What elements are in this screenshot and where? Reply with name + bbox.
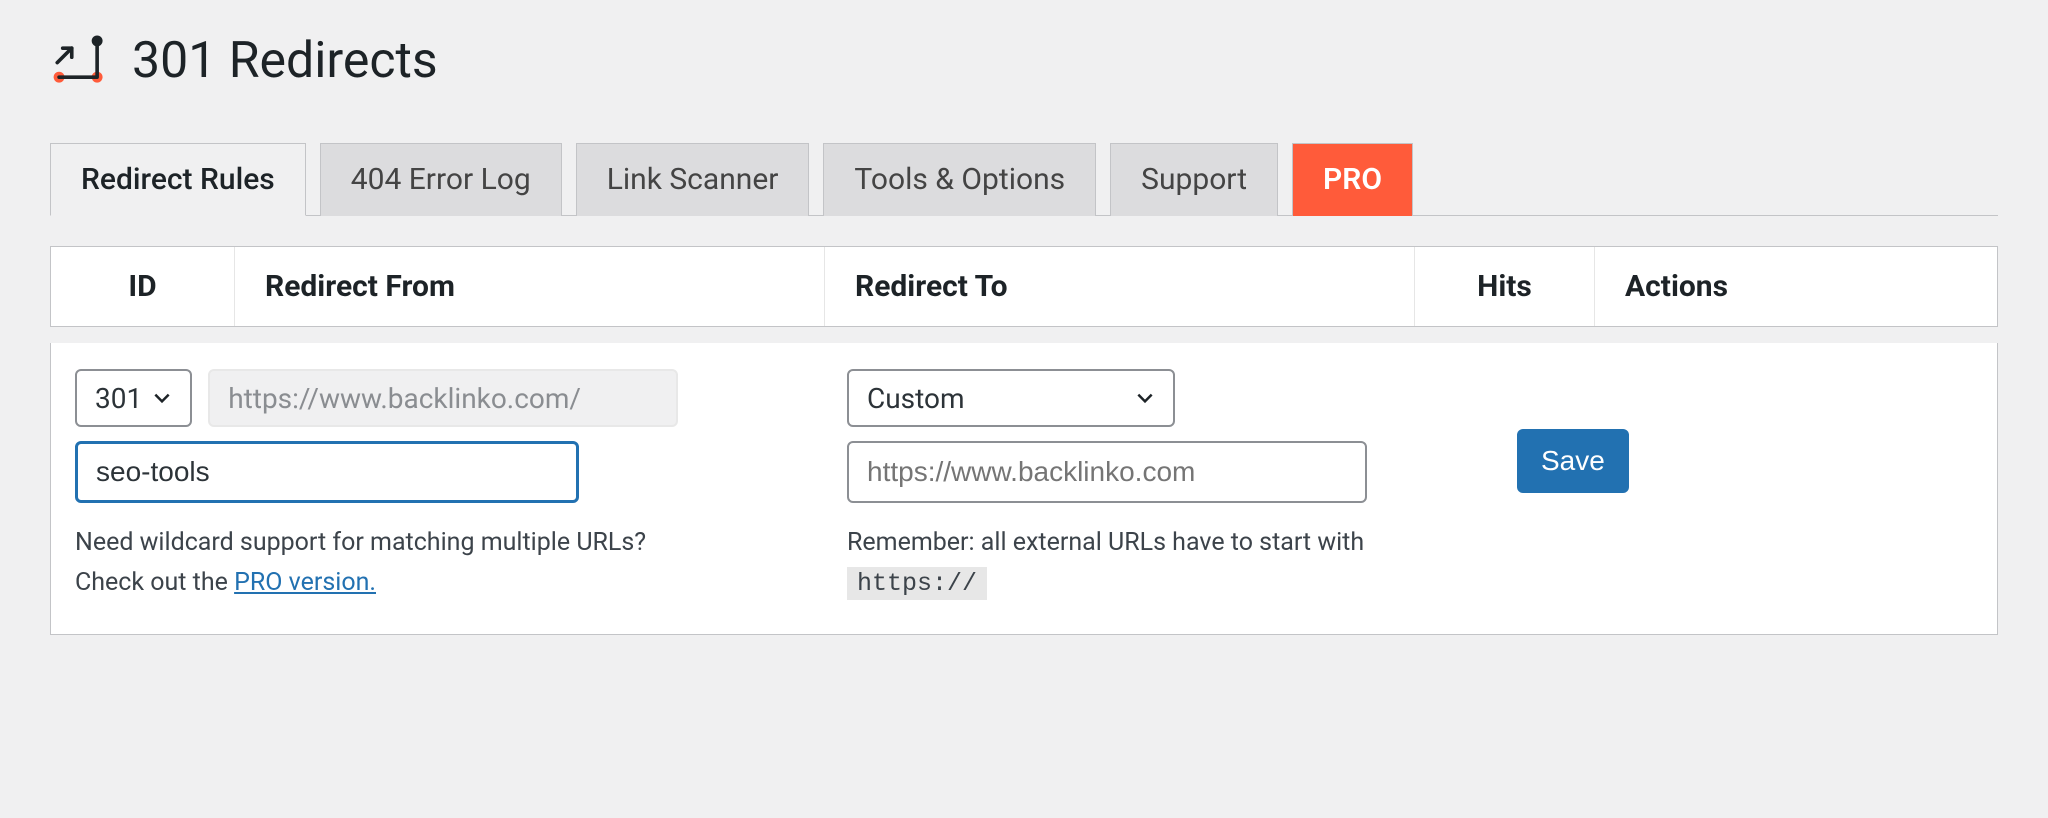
redirects-table: ID Redirect From Redirect To Hits Action… bbox=[50, 246, 1998, 635]
redirect-to-input[interactable] bbox=[847, 441, 1367, 503]
redirect-form-row: 301 https://www.backlinko.com/ Need wild… bbox=[50, 343, 1998, 635]
save-button[interactable]: Save bbox=[1517, 429, 1629, 493]
tab-link-scanner[interactable]: Link Scanner bbox=[576, 143, 810, 216]
table-header: ID Redirect From Redirect To Hits Action… bbox=[50, 246, 1998, 327]
redirect-from-input[interactable] bbox=[75, 441, 579, 503]
tab-404-error-log[interactable]: 404 Error Log bbox=[320, 143, 562, 216]
from-helper-prefix: Check out the bbox=[75, 568, 234, 597]
redirect-from-helper: Need wildcard support for matching multi… bbox=[75, 523, 845, 603]
from-helper-line1: Need wildcard support for matching multi… bbox=[75, 528, 646, 557]
tab-tools-options[interactable]: Tools & Options bbox=[823, 143, 1096, 216]
status-code-select[interactable]: 301 bbox=[75, 369, 192, 427]
redirect-from-block: 301 https://www.backlinko.com/ Need wild… bbox=[75, 369, 845, 603]
page-header: 301 Redirects bbox=[50, 30, 1998, 92]
tab-redirect-rules[interactable]: Redirect Rules bbox=[50, 143, 306, 216]
redirect-to-type-select[interactable]: Custom bbox=[847, 369, 1175, 427]
pro-version-link[interactable]: PRO version. bbox=[234, 568, 376, 597]
column-header-hits: Hits bbox=[1415, 247, 1595, 326]
tab-support[interactable]: Support bbox=[1110, 143, 1278, 216]
redirect-to-helper: Remember: all external URLs have to star… bbox=[847, 523, 1437, 604]
to-helper-line1: Remember: all external URLs have to star… bbox=[847, 528, 1364, 557]
chevron-down-icon bbox=[152, 388, 172, 408]
base-url-display: https://www.backlinko.com/ bbox=[208, 369, 678, 427]
chevron-down-icon bbox=[1135, 388, 1155, 408]
tabs-bar: Redirect Rules 404 Error Log Link Scanne… bbox=[50, 142, 1998, 216]
page-title: 301 Redirects bbox=[132, 32, 438, 90]
column-header-to: Redirect To bbox=[825, 247, 1415, 326]
action-block: Save bbox=[1437, 369, 1973, 493]
redirect-icon bbox=[50, 30, 108, 92]
to-helper-code: https:// bbox=[847, 567, 987, 600]
column-header-id: ID bbox=[51, 247, 235, 326]
column-header-from: Redirect From bbox=[235, 247, 825, 326]
tab-pro[interactable]: PRO bbox=[1292, 143, 1413, 216]
status-code-value: 301 bbox=[95, 382, 142, 415]
redirect-to-block: Custom Remember: all external URLs have … bbox=[847, 369, 1437, 604]
redirect-to-type-value: Custom bbox=[867, 382, 965, 415]
column-header-actions: Actions bbox=[1595, 247, 1997, 326]
